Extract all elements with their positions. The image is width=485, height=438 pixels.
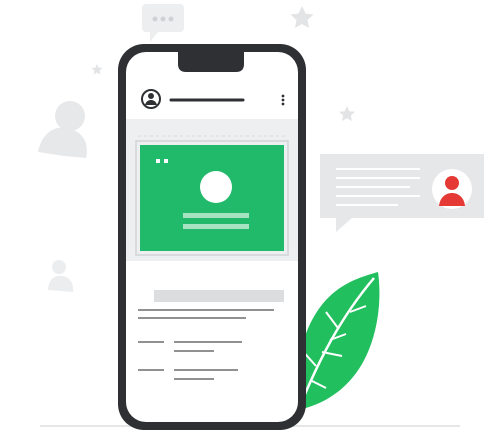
mobile-social-illustration xyxy=(0,0,485,433)
star-icon xyxy=(290,6,314,28)
star-icon xyxy=(339,106,355,121)
illustration-canvas xyxy=(38,4,484,430)
person-icon xyxy=(48,260,74,292)
phone-notch xyxy=(178,52,244,72)
kebab-menu-icon xyxy=(281,94,285,106)
smartphone xyxy=(118,44,306,430)
image-placeholder xyxy=(135,140,289,256)
person-icon xyxy=(38,101,87,158)
chat-bubble-icon xyxy=(142,4,184,42)
message-card xyxy=(320,154,484,232)
caption-placeholder xyxy=(154,290,284,302)
star-icon xyxy=(91,64,103,75)
leaf xyxy=(296,272,380,410)
user-avatar-icon xyxy=(432,169,472,209)
